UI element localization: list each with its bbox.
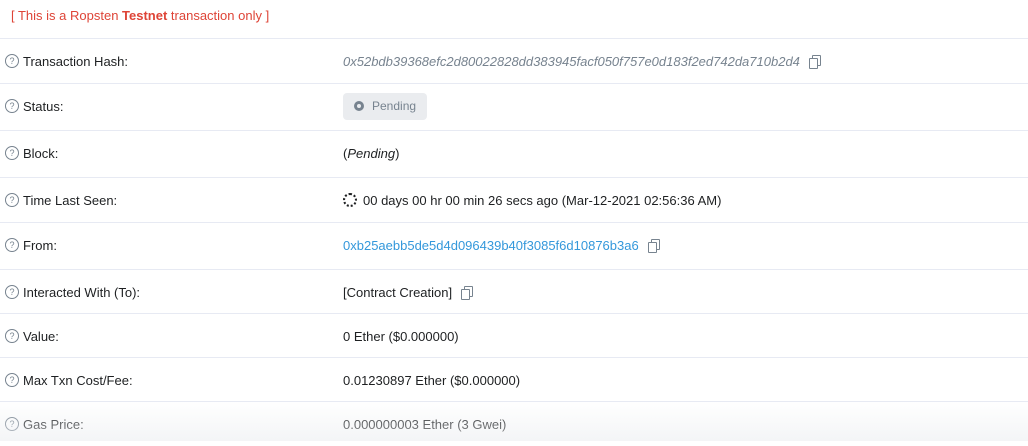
value-label-group: ? Value: — [5, 314, 59, 358]
question-circle-icon[interactable]: ? — [5, 417, 19, 431]
time-last-seen-row: ? Time Last Seen: 00 days 00 hr 00 min 2… — [0, 177, 1028, 221]
banner-suffix: transaction only ] — [167, 8, 270, 23]
banner-emphasis: Testnet — [122, 8, 168, 23]
max-txn-cost-label-group: ? Max Txn Cost/Fee: — [5, 358, 133, 402]
transaction-hash-label-group: ? Transaction Hash: — [5, 39, 128, 83]
question-circle-icon[interactable]: ? — [5, 193, 19, 207]
value-value: 0 Ether ($0.000000) — [343, 328, 459, 344]
copy-icon[interactable] — [461, 286, 474, 300]
gas-price-label: Gas Price: — [23, 416, 84, 432]
transaction-hash-value: 0x52bdb39368efc2d80022828dd383945facf050… — [343, 53, 800, 69]
status-label: Status: — [23, 98, 64, 114]
status-value-group: Pending — [343, 84, 428, 128]
gas-price-row: ? Gas Price: 0.000000003 Ether (3 Gwei) — [0, 401, 1028, 445]
gas-price-label-group: ? Gas Price: — [5, 402, 84, 446]
status-badge: Pending — [343, 92, 428, 120]
block-value: (Pending) — [343, 131, 399, 175]
max-txn-cost-value: 0.01230897 Ether ($0.000000) — [343, 372, 521, 388]
question-circle-icon[interactable]: ? — [5, 54, 19, 68]
question-circle-icon[interactable]: ? — [5, 99, 19, 113]
block-value-pending: Pending — [347, 145, 396, 161]
time-last-seen-label: Time Last Seen: — [23, 192, 118, 208]
max-txn-cost-row: ? Max Txn Cost/Fee: 0.01230897 Ether ($0… — [0, 357, 1028, 401]
question-circle-icon[interactable]: ? — [5, 329, 19, 343]
question-circle-icon[interactable]: ? — [5, 285, 19, 299]
value-label: Value: — [23, 328, 59, 344]
copy-icon[interactable] — [808, 55, 821, 69]
status-row: ? Status: Pending — [0, 83, 1028, 127]
interacted-with-row: ? Interacted With (To): [Contract Creati… — [0, 269, 1028, 313]
pending-dot-icon — [354, 101, 364, 111]
gas-price-value: 0.000000003 Ether (3 Gwei) — [343, 416, 507, 432]
from-address-link[interactable]: 0xb25aebb5de5d4d096439b40f3085f6d10876b3… — [343, 238, 639, 253]
from-value-group: 0xb25aebb5de5d4d096439b40f3085f6d10876b3… — [343, 223, 660, 267]
block-value-close: ) — [395, 145, 400, 161]
question-circle-icon[interactable]: ? — [5, 373, 19, 387]
status-label-group: ? Status: — [5, 84, 63, 128]
interacted-with-label-group: ? Interacted With (To): — [5, 270, 140, 314]
from-label-group: ? From: — [5, 223, 57, 267]
time-last-seen-value: 00 days 00 hr 00 min 26 secs ago (Mar-12… — [363, 192, 722, 208]
from-label: From: — [23, 237, 57, 253]
block-row: ? Block: (Pending) — [0, 130, 1028, 174]
question-circle-icon[interactable]: ? — [5, 238, 19, 252]
interacted-with-value-group: [Contract Creation] — [343, 270, 474, 314]
value-row: ? Value: 0 Ether ($0.000000) — [0, 313, 1028, 357]
max-txn-cost-label: Max Txn Cost/Fee: — [23, 372, 133, 388]
status-badge-text: Pending — [372, 99, 417, 113]
testnet-banner: [ This is a Ropsten Testnet transaction … — [11, 8, 269, 24]
copy-icon[interactable] — [647, 239, 660, 253]
transaction-hash-label: Transaction Hash: — [23, 53, 129, 69]
block-label: Block: — [23, 145, 59, 161]
banner-prefix: [ This is a Ropsten — [11, 8, 123, 23]
time-last-seen-value-group: 00 days 00 hr 00 min 26 secs ago (Mar-12… — [343, 178, 721, 222]
time-last-seen-label-group: ? Time Last Seen: — [5, 178, 117, 222]
from-row: ? From: 0xb25aebb5de5d4d096439b40f3085f6… — [0, 222, 1028, 266]
interacted-with-value: [Contract Creation] — [343, 284, 453, 300]
interacted-with-label: Interacted With (To): — [23, 284, 141, 300]
question-circle-icon[interactable]: ? — [5, 146, 19, 160]
transaction-hash-row: ? Transaction Hash: 0x52bdb39368efc2d800… — [0, 38, 1028, 82]
block-label-group: ? Block: — [5, 131, 58, 175]
transaction-hash-value-group: 0x52bdb39368efc2d80022828dd383945facf050… — [343, 39, 821, 83]
spinner-icon — [343, 193, 357, 207]
